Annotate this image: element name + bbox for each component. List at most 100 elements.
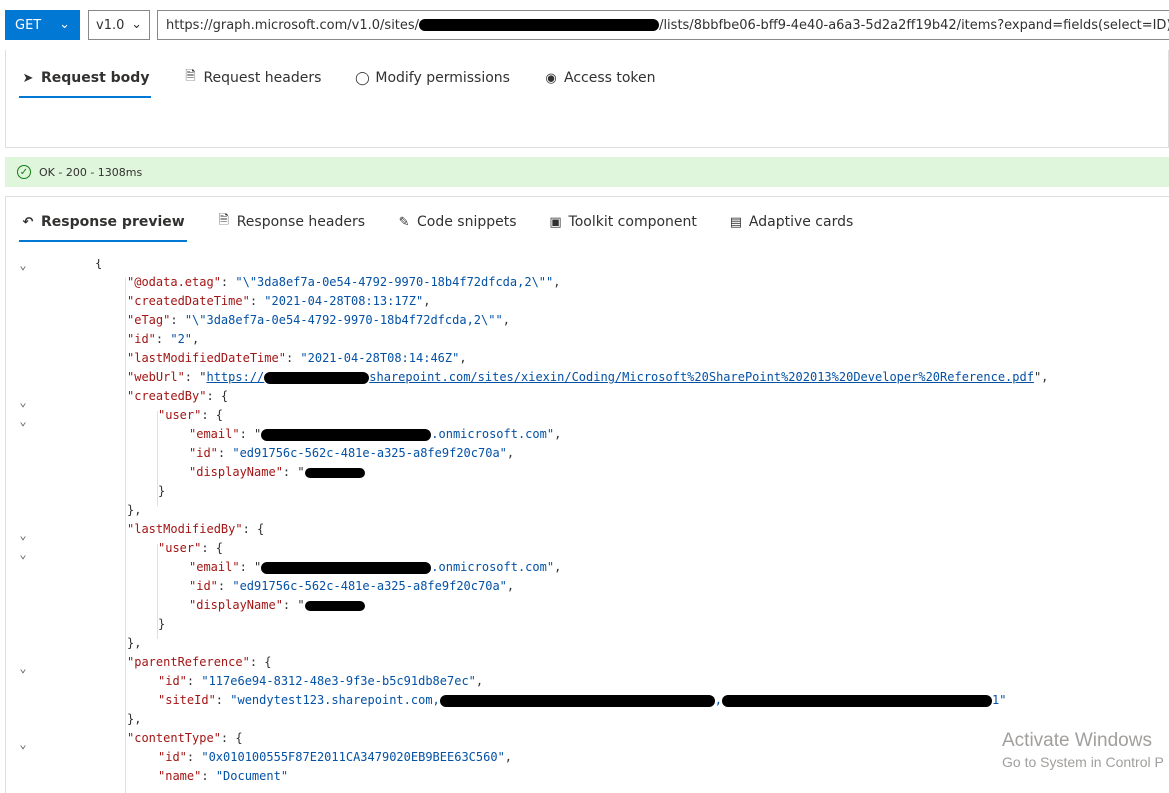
tab-response-preview[interactable]: ↶ Response preview — [19, 200, 187, 244]
chevron-down-icon[interactable]: ⌄ — [16, 525, 30, 544]
json-key: "lastModifiedBy" — [127, 522, 243, 536]
tab-adaptive-cards[interactable]: ▤ Adaptive cards — [727, 200, 855, 244]
json-value: "\"3da8ef7a-0e54-4792-9970-18b4f72dfcda,… — [184, 313, 503, 327]
request-bar: GET ⌄ v1.0 ⌄ https://graph.microsoft.com… — [0, 0, 1169, 50]
checkmark-circle-icon: ✓ — [17, 165, 31, 179]
indent-guide — [125, 278, 126, 793]
toolkit-icon: ▣ — [549, 214, 562, 230]
tab-response-headers[interactable]: 🗎 Response headers — [215, 200, 367, 244]
url-part: https:// — [206, 370, 265, 384]
tab-label: Access token — [563, 70, 656, 86]
document-icon: 🗎 — [185, 69, 196, 84]
tab-label: Response preview — [41, 214, 185, 230]
json-line: "id": "ed91756c-562c-481e-a325-a8fe9f20c… — [189, 446, 515, 460]
json-value: "2021-04-28T08:13:17Z" — [264, 294, 424, 308]
version-dropdown[interactable]: v1.0 ⌄ — [88, 10, 150, 40]
url-prefix: https://graph.microsoft.com/v1.0/sites/ — [166, 17, 420, 33]
snippet-icon: ✎ — [398, 214, 410, 230]
json-line: "id": "117e6e94-8312-48e3-9f3e-b5c91db8e… — [158, 674, 484, 688]
json-value: "0x010100555F87E2011CA3479020EB9BEE63C56… — [201, 750, 505, 764]
json-key: "contentType" — [127, 731, 221, 745]
json-value: "ed91756c-562c-481e-a325-a8fe9f20c70a" — [232, 446, 507, 460]
activate-windows-watermark: Activate Windows Go to System in Control… — [1002, 730, 1164, 770]
send-icon: ➤ — [22, 70, 34, 86]
tab-label: Request body — [41, 70, 150, 86]
tab-request-body[interactable]: ➤ Request body — [19, 56, 152, 100]
json-line: "webUrl": "https://sharepoint.com/sites/… — [127, 370, 1049, 384]
json-value: "wendytest123.sharepoint.com, — [230, 693, 440, 707]
json-key: "id" — [158, 674, 187, 688]
url-input[interactable]: https://graph.microsoft.com/v1.0/sites/ … — [157, 10, 1169, 40]
weburl-link[interactable]: https:// sharepoint.com/sites/xiexin/Codi… — [206, 370, 1033, 384]
json-key: "user" — [158, 541, 202, 555]
redaction-mark — [439, 694, 715, 707]
tab-label: Toolkit component — [568, 214, 697, 230]
redaction-mark — [722, 694, 992, 707]
tab-code-snippets[interactable]: ✎ Code snippets — [395, 200, 519, 244]
json-key: "siteId" — [158, 693, 216, 707]
json-line: }, — [127, 503, 142, 517]
version-label: v1.0 — [96, 17, 125, 33]
json-line: "siteId": "wendytest123.sharepoint.com,,… — [158, 693, 1007, 707]
lock-icon: ◉ — [545, 70, 557, 86]
json-line: "lastModifiedDateTime": "2021-04-28T08:1… — [127, 351, 467, 365]
json-value: "2" — [170, 332, 193, 346]
tab-modify-permissions[interactable]: ◯ Modify permissions — [353, 56, 512, 100]
redaction-mark — [304, 467, 365, 478]
tab-label: Adaptive cards — [748, 214, 854, 230]
json-key: "user" — [158, 408, 202, 422]
json-line: "displayName": " — [189, 463, 365, 482]
chevron-down-icon[interactable]: ⌄ — [16, 544, 30, 563]
json-key: "email" — [189, 427, 240, 441]
tab-toolkit-component[interactable]: ▣ Toolkit component — [547, 200, 699, 244]
chevron-down-icon[interactable]: ⌄ — [16, 411, 30, 430]
redaction-mark — [261, 428, 432, 441]
redaction-mark — [261, 561, 432, 574]
json-brace: { — [95, 259, 103, 270]
url-suffix: /lists/8bbfbe06-bff9-4e40-a6a3-5d2a2ff19… — [659, 17, 1169, 33]
method-label: GET — [15, 17, 42, 33]
tab-label: Request headers — [203, 70, 322, 86]
redaction-mark — [419, 19, 660, 31]
response-json-viewer[interactable]: ⌄ ⌄ ⌄ ⌄ ⌄ ⌄ ⌄ { "@odata.etag": "\"3da8ef… — [0, 259, 1169, 793]
method-dropdown[interactable]: GET ⌄ — [5, 10, 80, 40]
undo-icon: ↶ — [22, 214, 34, 230]
json-key: "id" — [158, 750, 187, 764]
chevron-down-icon[interactable]: ⌄ — [16, 392, 30, 411]
json-line: "user": { — [158, 541, 224, 555]
json-value: .onmicrosoft.com" — [431, 427, 555, 441]
watermark-title: Activate Windows — [1002, 730, 1152, 751]
card-icon: ▤ — [729, 214, 743, 230]
json-line: }, — [127, 712, 142, 726]
json-key: "id" — [127, 332, 156, 346]
json-line: "contentType": { — [127, 731, 243, 745]
json-key: "webUrl" — [127, 370, 185, 384]
status-bar: ✓ OK - 200 - 1308ms — [5, 157, 1169, 187]
chevron-down-icon[interactable]: ⌄ — [16, 658, 30, 677]
json-line: "createdBy": { — [127, 389, 229, 403]
json-line: { — [95, 259, 102, 273]
response-tabs: ↶ Response preview 🗎 Response headers ✎ … — [19, 200, 855, 244]
json-key: "displayName" — [189, 465, 283, 479]
json-line: "eTag": "\"3da8ef7a-0e54-4792-9970-18b4f… — [127, 313, 510, 327]
url-part: sharepoint.com/sites/xiexin/Coding/Micro… — [369, 370, 1034, 384]
tab-label: Response headers — [236, 214, 366, 230]
json-key: "createdDateTime" — [127, 294, 250, 308]
json-line: "email": " .onmicrosoft.com", — [189, 427, 562, 441]
watermark-subtitle: Go to System in Control P — [1002, 754, 1164, 770]
json-key: "name" — [158, 769, 202, 783]
json-line: "user": { — [158, 408, 224, 422]
json-value: 1" — [992, 693, 1007, 707]
json-value: "Document" — [215, 769, 289, 783]
json-value: "\"3da8ef7a-0e54-4792-9970-18b4f72dfcda,… — [235, 275, 554, 289]
chevron-down-icon[interactable]: ⌄ — [16, 734, 30, 753]
chevron-down-icon[interactable]: ⌄ — [16, 259, 30, 274]
tab-access-token[interactable]: ◉ Access token — [542, 56, 658, 100]
json-line: "parentReference": { — [127, 655, 272, 669]
tab-request-headers[interactable]: 🗎 Request headers — [181, 56, 323, 100]
json-line: "id": "2", — [127, 332, 200, 346]
json-value: .onmicrosoft.com" — [431, 560, 555, 574]
status-text: OK - 200 - 1308ms — [39, 165, 143, 179]
json-key: "parentReference" — [127, 655, 250, 669]
json-line: }, — [127, 636, 142, 650]
